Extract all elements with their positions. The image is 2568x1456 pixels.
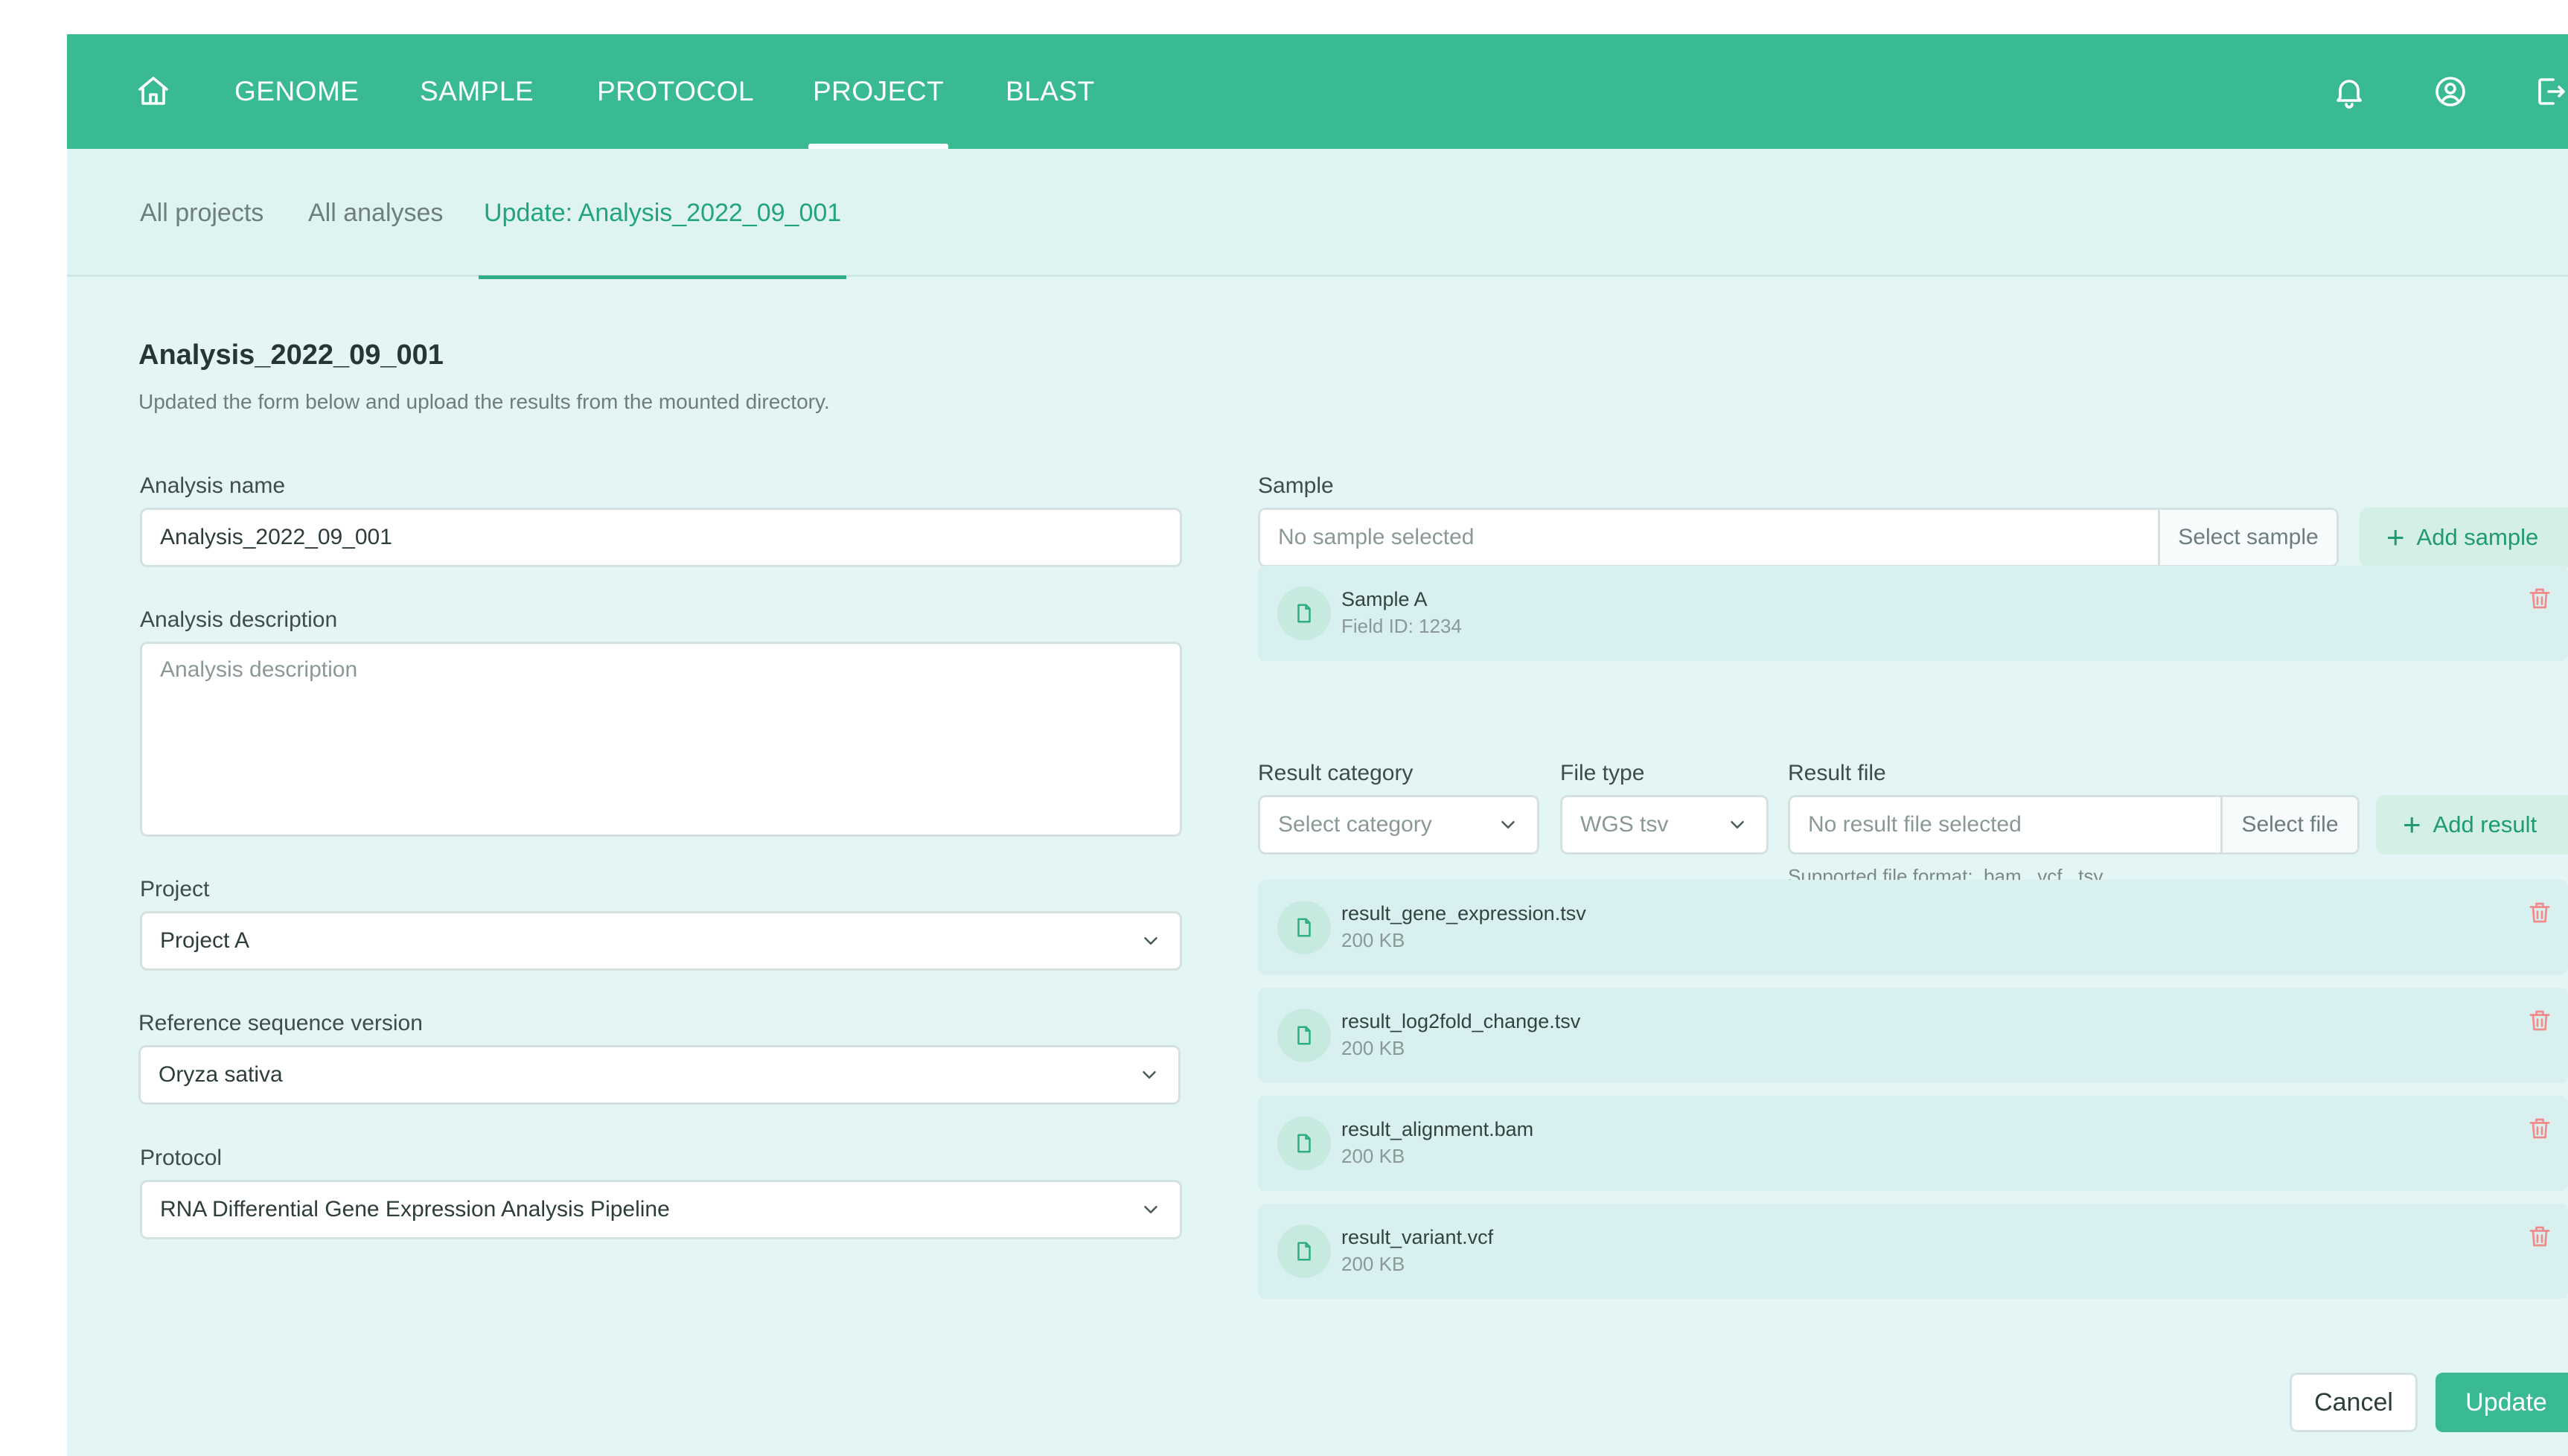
file-icon bbox=[1277, 587, 1331, 640]
file-icon bbox=[1277, 1117, 1331, 1170]
project-label: Project bbox=[140, 877, 210, 901]
file-type-value: WGS tsv bbox=[1580, 812, 1669, 837]
tab-all-analyses[interactable]: All analyses bbox=[308, 149, 443, 277]
trash-icon[interactable] bbox=[2526, 1223, 2553, 1250]
reference-label: Reference sequence version bbox=[138, 1011, 423, 1035]
sample-card: Sample A Field ID: 1234 bbox=[1258, 566, 2568, 661]
result-file-card: result_variant.vcf 200 KB bbox=[1258, 1204, 2568, 1299]
result-file-card: result_log2fold_change.tsv 200 KB bbox=[1258, 988, 2568, 1083]
file-type-label: File type bbox=[1560, 761, 1645, 785]
sample-label: Sample bbox=[1258, 473, 1334, 498]
nav-item-project[interactable]: PROJECT bbox=[808, 34, 949, 149]
result-file-name: result_alignment.bam bbox=[1341, 1118, 1534, 1140]
add-sample-label: Add sample bbox=[2416, 524, 2539, 550]
tab-all-projects[interactable]: All projects bbox=[140, 149, 263, 277]
file-icon bbox=[1277, 1009, 1331, 1062]
result-file-size: 200 KB bbox=[1341, 1253, 1405, 1275]
app-window: GENOME SAMPLE PROTOCOL PROJECT BLAST All… bbox=[67, 34, 2568, 1456]
project-value: Project A bbox=[160, 928, 250, 953]
page-subtitle: Updated the form below and upload the re… bbox=[138, 390, 830, 413]
chevron-down-icon bbox=[1144, 937, 1157, 945]
protocol-value: RNA Differential Gene Expression Analysi… bbox=[160, 1197, 670, 1222]
top-navbar: GENOME SAMPLE PROTOCOL PROJECT BLAST bbox=[67, 34, 2568, 149]
analysis-name-input[interactable]: Analysis_2022_09_001 bbox=[140, 508, 1182, 567]
trash-icon[interactable] bbox=[2526, 1007, 2553, 1034]
reference-value: Oryza sativa bbox=[159, 1062, 283, 1087]
sub-tabs: All projects All analyses Update: Analys… bbox=[67, 149, 2568, 279]
add-result-label: Add result bbox=[2433, 811, 2537, 837]
sample-input-group: No sample selected Select sample bbox=[1258, 508, 2339, 567]
reference-select[interactable]: Oryza sativa bbox=[138, 1045, 1181, 1105]
sample-input[interactable]: No sample selected bbox=[1260, 510, 2158, 565]
plus-icon: + bbox=[2386, 520, 2405, 555]
result-category-select[interactable]: Select category bbox=[1258, 795, 1539, 855]
page-title: Analysis_2022_09_001 bbox=[138, 339, 444, 371]
result-file-size: 200 KB bbox=[1341, 1145, 1405, 1167]
add-sample-button[interactable]: + Add sample bbox=[2360, 508, 2568, 567]
result-file-name: result_log2fold_change.tsv bbox=[1341, 1010, 1581, 1032]
add-result-button[interactable]: + Add result bbox=[2376, 795, 2568, 855]
result-file-card: result_alignment.bam 200 KB bbox=[1258, 1096, 2568, 1191]
chevron-down-icon bbox=[1143, 1071, 1156, 1079]
result-category-label: Result category bbox=[1258, 761, 1414, 785]
project-select[interactable]: Project A bbox=[140, 911, 1182, 971]
result-file-input[interactable]: No result file selected bbox=[1790, 797, 2220, 852]
trash-icon[interactable] bbox=[2526, 899, 2553, 926]
analysis-description-label: Analysis description bbox=[140, 607, 338, 632]
chevron-down-icon bbox=[1501, 821, 1515, 828]
result-file-input-group: No result file selected Select file bbox=[1788, 795, 2360, 855]
bell-icon[interactable] bbox=[2327, 69, 2371, 114]
file-type-select[interactable]: WGS tsv bbox=[1560, 795, 1769, 855]
nav-item-blast[interactable]: BLAST bbox=[1006, 34, 1095, 149]
home-icon[interactable] bbox=[131, 69, 176, 114]
sample-field-id: Field ID: 1234 bbox=[1341, 615, 1462, 637]
result-file-card: result_gene_expression.tsv 200 KB bbox=[1258, 880, 2568, 975]
analysis-name-value: Analysis_2022_09_001 bbox=[160, 525, 392, 549]
nav-item-protocol[interactable]: PROTOCOL bbox=[597, 34, 754, 149]
select-sample-button[interactable]: Select sample bbox=[2158, 510, 2337, 565]
user-circle-icon[interactable] bbox=[2428, 69, 2473, 114]
result-file-name: result_gene_expression.tsv bbox=[1341, 902, 1586, 925]
nav-item-sample[interactable]: SAMPLE bbox=[420, 34, 534, 149]
result-file-label: Result file bbox=[1788, 761, 1886, 785]
file-icon bbox=[1277, 901, 1331, 954]
result-file-size: 200 KB bbox=[1341, 929, 1405, 951]
file-icon bbox=[1277, 1224, 1331, 1278]
result-category-placeholder: Select category bbox=[1278, 812, 1432, 837]
logout-icon[interactable] bbox=[2528, 69, 2568, 114]
protocol-select[interactable]: RNA Differential Gene Expression Analysi… bbox=[140, 1180, 1182, 1239]
active-nav-indicator bbox=[808, 144, 949, 149]
chevron-down-icon bbox=[1731, 821, 1744, 828]
sample-name: Sample A bbox=[1341, 588, 1428, 610]
analysis-description-textarea[interactable] bbox=[140, 642, 1182, 837]
trash-icon[interactable] bbox=[2526, 1115, 2553, 1142]
nav-item-genome[interactable]: GENOME bbox=[234, 34, 359, 149]
tab-update-analysis[interactable]: Update: Analysis_2022_09_001 bbox=[479, 149, 847, 279]
active-tab-indicator bbox=[479, 275, 847, 279]
result-file-size: 200 KB bbox=[1341, 1037, 1405, 1059]
cancel-button[interactable]: Cancel bbox=[2290, 1373, 2418, 1432]
select-file-button[interactable]: Select file bbox=[2220, 797, 2357, 852]
analysis-name-label: Analysis name bbox=[140, 473, 286, 498]
trash-icon[interactable] bbox=[2526, 585, 2553, 612]
update-button[interactable]: Update bbox=[2436, 1373, 2568, 1432]
plus-icon: + bbox=[2403, 807, 2421, 842]
chevron-down-icon bbox=[1144, 1206, 1157, 1213]
protocol-label: Protocol bbox=[140, 1146, 223, 1170]
result-file-name: result_variant.vcf bbox=[1341, 1226, 1494, 1248]
